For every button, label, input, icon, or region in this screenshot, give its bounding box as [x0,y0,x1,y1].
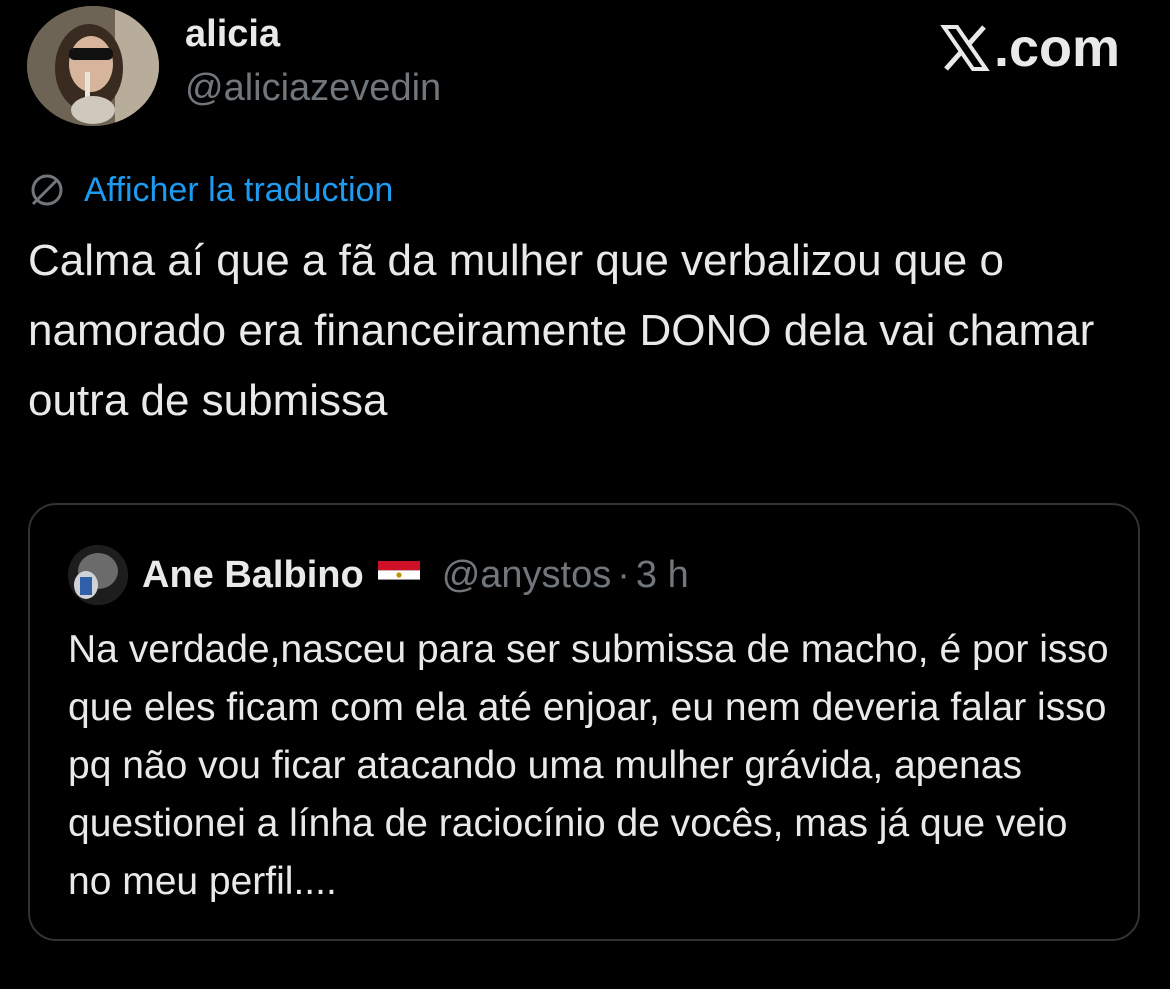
meta-separator: · [617,553,630,596]
tweet-text: Calma aí que a fã da mulher que verbaliz… [28,236,1095,425]
quoted-tweet-card[interactable]: Ane Balbino @anystos · 3 h Na verdade,na… [28,503,1140,941]
x-logo-icon [940,25,990,71]
brand-watermark: .com [940,18,1120,78]
egypt-flag-icon [377,561,420,589]
quoted-author-handle[interactable]: @anystos [442,554,612,597]
quoted-tweet-text: Na verdade,nasceu para ser submissa de m… [68,628,1109,903]
quoted-tweet-header: Ane Balbino @anystos · 3 h [68,543,689,607]
author-avatar[interactable] [27,6,159,126]
quoted-avatar-photo [68,545,128,605]
show-translation-link[interactable]: Afficher la traduction [84,171,393,210]
quoted-author-avatar[interactable] [68,545,128,605]
author-display-name[interactable]: alicia [185,12,280,56]
quoted-tweet-timestamp[interactable]: 3 h [636,554,689,597]
brand-text: .com [993,18,1120,78]
author-handle[interactable]: @aliciazevedin [185,66,441,110]
translate-row[interactable]: Afficher la traduction [28,168,393,212]
globe-icon [31,174,63,206]
quoted-author-name[interactable]: Ane Balbino [142,554,364,597]
avatar-photo [27,6,159,126]
